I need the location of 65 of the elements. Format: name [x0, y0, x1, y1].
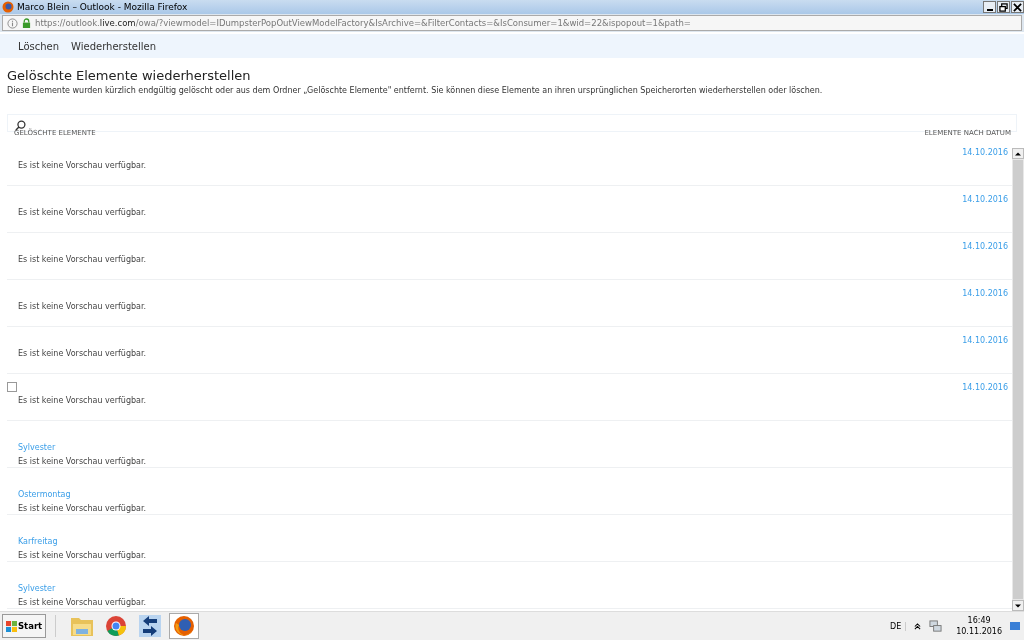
- item-preview: Es ist keine Vorschau verfügbar.: [18, 161, 148, 170]
- restore-icon: [999, 2, 1008, 12]
- item-preview: Es ist keine Vorschau verfügbar.: [18, 302, 148, 311]
- list-item[interactable]: Sylvester Es ist keine Vorschau verfügbar.: [7, 562, 1012, 609]
- list-item[interactable]: 14.10.2016 Es ist keine Vorschau verfügbar.: [7, 186, 1012, 233]
- window-title: Marco Blein – Outlook - Mozilla Firefox: [17, 2, 189, 12]
- caret-down-icon: [1015, 602, 1021, 609]
- list-item[interactable]: 14.10.2016 Es ist keine Vorschau verfügbar.: [7, 139, 1012, 186]
- item-preview: Es ist keine Vorschau verfügbar.: [18, 208, 148, 217]
- item-date: 14.10.2016: [962, 147, 1008, 157]
- checkbox[interactable]: [7, 382, 17, 392]
- restore-button[interactable]: [997, 1, 1010, 13]
- item-date: 14.10.2016: [962, 382, 1008, 392]
- item-title: Sylvester: [18, 584, 57, 595]
- list-item[interactable]: 14.10.2016 Es ist keine Vorschau verfügbar.: [7, 233, 1012, 280]
- item-date: 14.10.2016: [962, 241, 1008, 251]
- url-text: https://outlook.live.com/owa/?viewmodel=IDumpsterPopOutViewModelFactory&IsArchive=&FilterContacts=&IsConsumer=1&wid=22&ispopout=1&path=: [35, 18, 691, 28]
- item-preview: Es ist keine Vorschau verfügbar.: [18, 457, 148, 466]
- item-title: Sylvester: [18, 443, 57, 454]
- scroll-down-button[interactable]: [1012, 600, 1024, 611]
- list-item[interactable]: Ostermontag Es ist keine Vorschau verfügbar.: [7, 468, 1012, 515]
- close-button[interactable]: [1011, 1, 1024, 13]
- close-icon: [1013, 2, 1022, 12]
- clock-time: 16:49: [967, 615, 991, 626]
- browser-icon: [105, 615, 128, 637]
- list-item[interactable]: Sylvester Es ist keine Vorschau verfügbar.: [7, 421, 1012, 468]
- taskbar-app-button[interactable]: [169, 613, 200, 639]
- info-icon[interactable]: [7, 17, 18, 29]
- item-preview: Es ist keine Vorschau verfügbar.: [18, 396, 148, 405]
- chevron-up-icon[interactable]: [914, 622, 922, 630]
- minimize-button[interactable]: [983, 1, 996, 13]
- item-preview: Es ist keine Vorschau verfügbar.: [18, 349, 148, 358]
- firefox-icon: [2, 1, 14, 13]
- arrows-icon: [139, 615, 162, 637]
- item-title: Karfreitag: [18, 537, 59, 548]
- list-item[interactable]: Karfreitag Es ist keine Vorschau verfügbar.: [7, 515, 1012, 562]
- description-text: Diese Elemente wurden kürzlich endgültig gelöscht oder aus dem Ordner „Gelöschte Elemente" entfernt. Sie können diese Elemente an ihren ursprünglichen Speicherorten wiederherstellen oder löschen.: [7, 86, 824, 95]
- item-preview: Es ist keine Vorschau verfügbar.: [18, 598, 148, 607]
- scrollbar[interactable]: [1012, 148, 1024, 611]
- item-date: 14.10.2016: [962, 288, 1008, 298]
- list-item[interactable]: 14.10.2016 Es ist keine Vorschau verfügbar.: [7, 374, 1012, 421]
- minimize-icon: [986, 9, 993, 11]
- caret-up-icon: [1015, 150, 1021, 157]
- item-title: Ostermontag: [18, 490, 72, 501]
- scroll-up-button[interactable]: [1012, 148, 1024, 159]
- language-indicator[interactable]: DE: [889, 621, 907, 631]
- clock-date: 10.11.2016: [956, 626, 1002, 637]
- page-heading: Gelöschte Elemente wiederherstellen: [7, 68, 252, 83]
- scrollbar-thumb[interactable]: [1013, 160, 1023, 599]
- item-date: 14.10.2016: [962, 194, 1008, 204]
- toolbar-button[interactable]: Wiederherstellen: [65, 38, 163, 54]
- list-item[interactable]: 14.10.2016 Es ist keine Vorschau verfügbar.: [7, 280, 1012, 327]
- item-preview: Es ist keine Vorschau verfügbar.: [18, 504, 148, 513]
- start-button[interactable]: Start: [2, 614, 47, 638]
- item-preview: Es ist keine Vorschau verfügbar.: [18, 551, 148, 560]
- list-item[interactable]: 14.10.2016 Es ist keine Vorschau verfügbar.: [7, 327, 1012, 374]
- firefox-icon: [173, 615, 196, 637]
- network-icon[interactable]: [929, 619, 943, 633]
- four-squares-logo-icon: [6, 620, 17, 632]
- address-bar[interactable]: https://outlook.live.com/owa/?viewmodel=IDumpsterPopOutViewModelFactory&IsArchive=&FilterContacts=&IsConsumer=1&wid=22&ispopout=1&path=: [2, 15, 1022, 31]
- item-date: 14.10.2016: [962, 335, 1008, 345]
- item-preview: Es ist keine Vorschau verfügbar.: [18, 255, 148, 264]
- toolbar-button[interactable]: Löschen: [12, 38, 66, 54]
- folder-icon: [70, 615, 95, 637]
- lock-icon: [22, 17, 31, 29]
